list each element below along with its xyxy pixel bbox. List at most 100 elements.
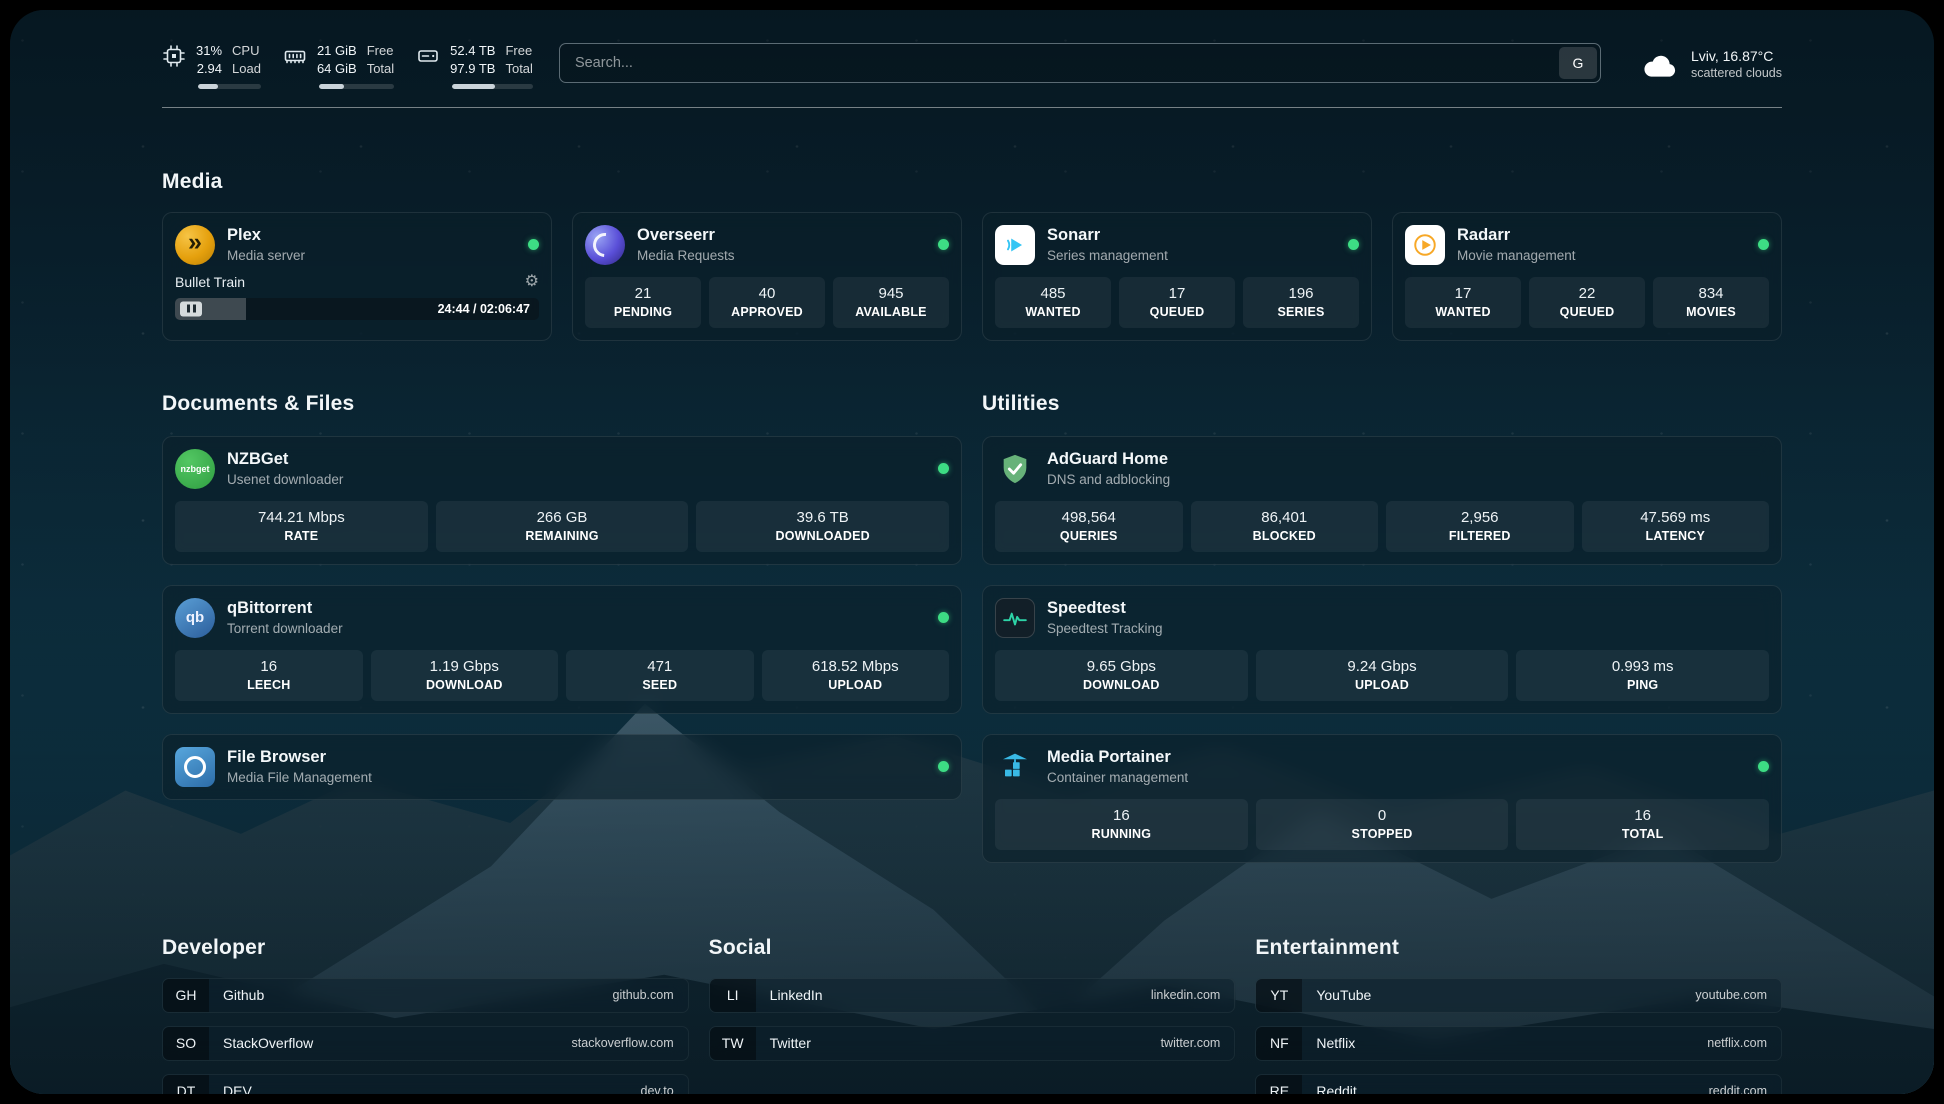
speedtest-icon [995, 598, 1035, 638]
section-title-entertainment: Entertainment [1255, 936, 1782, 960]
bookmark-linkedin[interactable]: LI LinkedIn linkedin.com [709, 978, 1236, 1013]
bookmark-name: StackOverflow [223, 1035, 313, 1051]
bookmark-dev[interactable]: DT DEV dev.to [162, 1074, 689, 1094]
service-card-overseerr[interactable]: Overseerr Media Requests 21 PENDING 40 A… [572, 212, 962, 341]
service-name: Sonarr [1047, 226, 1168, 245]
service-card-adguard[interactable]: AdGuard Home DNS and adblocking 498,564 … [982, 436, 1782, 565]
qbittorrent-icon: qb [175, 598, 215, 638]
media-grid: » Plex Media server Bullet Train ⚙ [162, 212, 1782, 341]
status-dot [1348, 239, 1359, 250]
section-title-utilities: Utilities [982, 392, 1782, 416]
service-desc: Series management [1047, 248, 1168, 263]
pause-button[interactable] [180, 301, 202, 316]
adguard-icon [995, 449, 1035, 489]
service-card-qbittorrent[interactable]: qb qBittorrent Torrent downloader 16 [162, 585, 962, 714]
disk-label-top: Free [505, 42, 532, 60]
bookmark-url: github.com [613, 988, 674, 1002]
stat-upload: 9.24 Gbps UPLOAD [1256, 650, 1509, 701]
bookmark-abbr: TW [710, 1027, 756, 1060]
service-card-speedtest[interactable]: Speedtest Speedtest Tracking 9.65 Gbps D… [982, 585, 1782, 714]
cloud-icon [1641, 49, 1679, 79]
documents-column: Documents & Files nzbget NZBGet Usenet d… [162, 375, 962, 863]
bookmark-reddit[interactable]: RE Reddit reddit.com [1255, 1074, 1782, 1094]
stat-download: 1.19 Gbps DOWNLOAD [371, 650, 559, 701]
stat-series: 196 SERIES [1243, 277, 1359, 328]
cpu-percent: 31% [196, 42, 222, 60]
service-name: AdGuard Home [1047, 450, 1170, 469]
stat-pending: 21 PENDING [585, 277, 701, 328]
memory-total: 64 GiB [317, 60, 357, 78]
bookmark-url: reddit.com [1709, 1084, 1767, 1094]
disk-usage-fill [452, 84, 495, 89]
service-desc: Movie management [1457, 248, 1576, 263]
now-playing-title: Bullet Train [175, 274, 245, 290]
service-card-nzbget[interactable]: nzbget NZBGet Usenet downloader 744.21 M… [162, 436, 962, 565]
stat-stopped: 0 STOPPED [1256, 799, 1509, 850]
bookmark-name: LinkedIn [770, 987, 823, 1003]
cpu-label-bottom: Load [232, 60, 261, 78]
stat-latency: 47.569 ms LATENCY [1582, 501, 1770, 552]
topbar: 31% 2.94 CPU Load [162, 42, 1782, 89]
bookmark-netflix[interactable]: NF Netflix netflix.com [1255, 1026, 1782, 1061]
status-dot [938, 239, 949, 250]
service-card-plex[interactable]: » Plex Media server Bullet Train ⚙ [162, 212, 552, 341]
search-input[interactable] [563, 55, 1559, 71]
plex-icon: » [175, 225, 215, 265]
stat-running: 16 RUNNING [995, 799, 1248, 850]
bookmark-name: Reddit [1316, 1083, 1356, 1094]
nzbget-icon: nzbget [175, 449, 215, 489]
stat-queued: 17 QUEUED [1119, 277, 1235, 328]
bookmark-twitter[interactable]: TW Twitter twitter.com [709, 1026, 1236, 1061]
bookmark-group-developer: Developer GH Github github.com SO StackO… [162, 919, 689, 1094]
status-dot [1758, 761, 1769, 772]
service-desc: Container management [1047, 770, 1188, 785]
bookmark-name: Netflix [1316, 1035, 1355, 1051]
status-dot [938, 761, 949, 772]
service-card-portainer[interactable]: Media Portainer Container management 16 … [982, 734, 1782, 863]
service-name: NZBGet [227, 450, 343, 469]
service-card-sonarr[interactable]: Sonarr Series management 485 WANTED 17 Q… [982, 212, 1372, 341]
status-dot [528, 239, 539, 250]
playback-time: 24:44 / 02:06:47 [438, 302, 530, 316]
stat-queries: 498,564 QUERIES [995, 501, 1183, 552]
bookmark-abbr: NF [1256, 1027, 1302, 1060]
stat-download: 9.65 Gbps DOWNLOAD [995, 650, 1248, 701]
service-desc: Media server [227, 248, 305, 263]
bookmark-url: linkedin.com [1151, 988, 1220, 1002]
bookmark-group-entertainment: Entertainment YT YouTube youtube.com NF … [1255, 919, 1782, 1094]
radarr-icon [1405, 225, 1445, 265]
stat-wanted: 17 WANTED [1405, 277, 1521, 328]
status-dot [938, 463, 949, 474]
disk-total: 97.9 TB [450, 60, 495, 78]
bookmark-youtube[interactable]: YT YouTube youtube.com [1255, 978, 1782, 1013]
bookmark-stackoverflow[interactable]: SO StackOverflow stackoverflow.com [162, 1026, 689, 1061]
bookmark-url: netflix.com [1707, 1036, 1767, 1050]
weather-location: Lviv, 16.87°C [1691, 48, 1782, 64]
stat-filtered: 2,956 FILTERED [1386, 501, 1574, 552]
weather-widget: Lviv, 16.87°C scattered clouds [1641, 48, 1782, 80]
service-desc: Speedtest Tracking [1047, 621, 1163, 636]
service-card-radarr[interactable]: Radarr Movie management 17 WANTED 22 QUE… [1392, 212, 1782, 341]
section-title-media: Media [162, 170, 1782, 194]
gear-icon[interactable]: ⚙ [525, 274, 539, 290]
service-desc: Torrent downloader [227, 621, 343, 636]
search-provider-button[interactable]: G [1559, 47, 1597, 79]
service-name: Media Portainer [1047, 748, 1188, 767]
utilities-column: Utilities AdGuard Home [982, 375, 1782, 863]
bookmark-name: YouTube [1316, 987, 1371, 1003]
playback-progress-bar[interactable]: 24:44 / 02:06:47 [175, 298, 539, 320]
stat-leech: 16 LEECH [175, 650, 363, 701]
cpu-load-value: 2.94 [196, 60, 222, 78]
stat-available: 945 AVAILABLE [833, 277, 949, 328]
disk-label-bottom: Total [505, 60, 532, 78]
cpu-icon [162, 44, 186, 68]
bookmark-abbr: SO [163, 1027, 209, 1060]
bookmark-github[interactable]: GH Github github.com [162, 978, 689, 1013]
stat-rate: 744.21 Mbps RATE [175, 501, 428, 552]
stat-ping: 0.993 ms PING [1516, 650, 1769, 701]
cpu-usage-bar [198, 84, 261, 89]
service-name: Speedtest [1047, 599, 1163, 618]
system-widgets: 31% 2.94 CPU Load [162, 42, 533, 89]
service-card-filebrowser[interactable]: File Browser Media File Management [162, 734, 962, 800]
cpu-usage-fill [198, 84, 218, 89]
